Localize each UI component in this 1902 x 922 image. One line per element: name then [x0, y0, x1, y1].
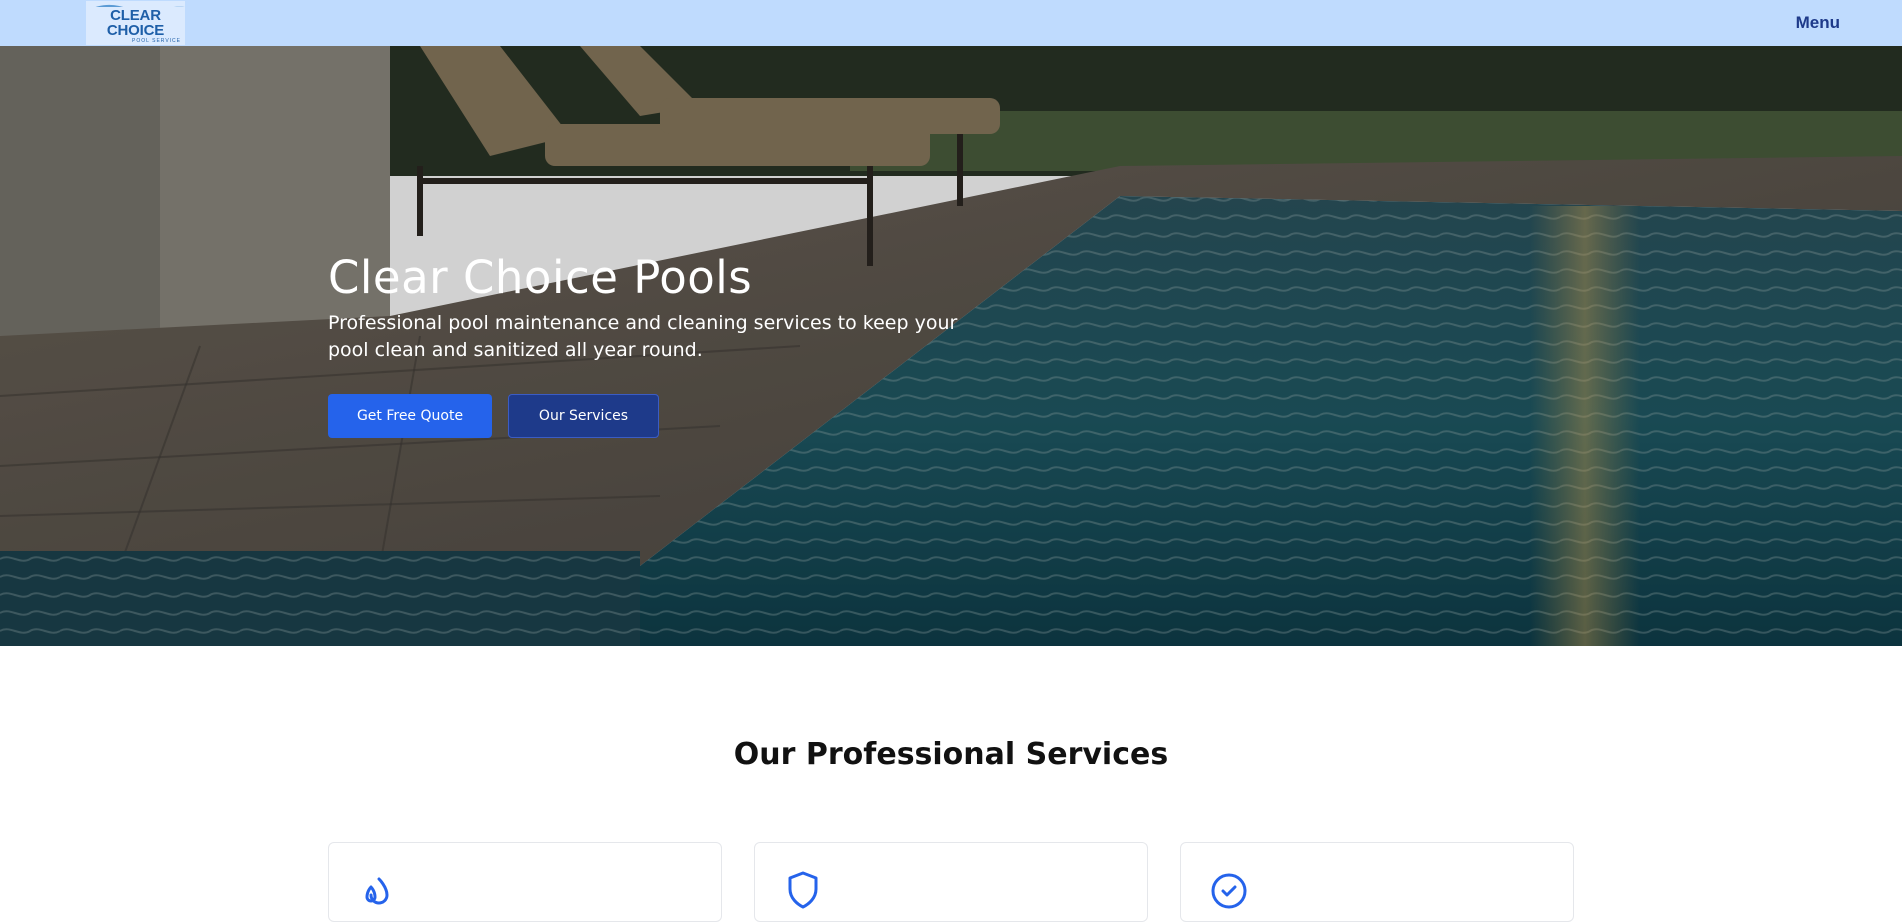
logo-subtext: POOL SERVICE	[86, 38, 185, 45]
logo[interactable]: CLEAR CHOICE POOL SERVICE	[86, 1, 185, 45]
services-title: Our Professional Services	[733, 737, 1169, 772]
hero-section: Clear Choice Pools Professional pool mai…	[0, 46, 1902, 646]
hero-buttons: Get Free Quote Our Services	[328, 394, 978, 438]
shield-icon	[788, 871, 818, 909]
check-circle-icon	[1211, 873, 1247, 909]
site-header: CLEAR CHOICE POOL SERVICE Menu	[0, 0, 1902, 46]
service-card-3[interactable]	[1180, 842, 1574, 922]
menu-button[interactable]: Menu	[1796, 13, 1840, 33]
hero-description: Professional pool maintenance and cleani…	[328, 312, 958, 361]
our-services-button[interactable]: Our Services	[508, 394, 659, 438]
get-free-quote-button[interactable]: Get Free Quote	[328, 394, 492, 438]
droplets-icon	[365, 877, 389, 905]
hero-content: Clear Choice Pools Professional pool mai…	[328, 252, 978, 438]
service-card-2[interactable]	[754, 842, 1148, 922]
logo-text: CLEAR CHOICE	[86, 7, 185, 38]
service-card-1[interactable]	[328, 842, 722, 922]
hero-title: Clear Choice Pools	[328, 251, 753, 304]
